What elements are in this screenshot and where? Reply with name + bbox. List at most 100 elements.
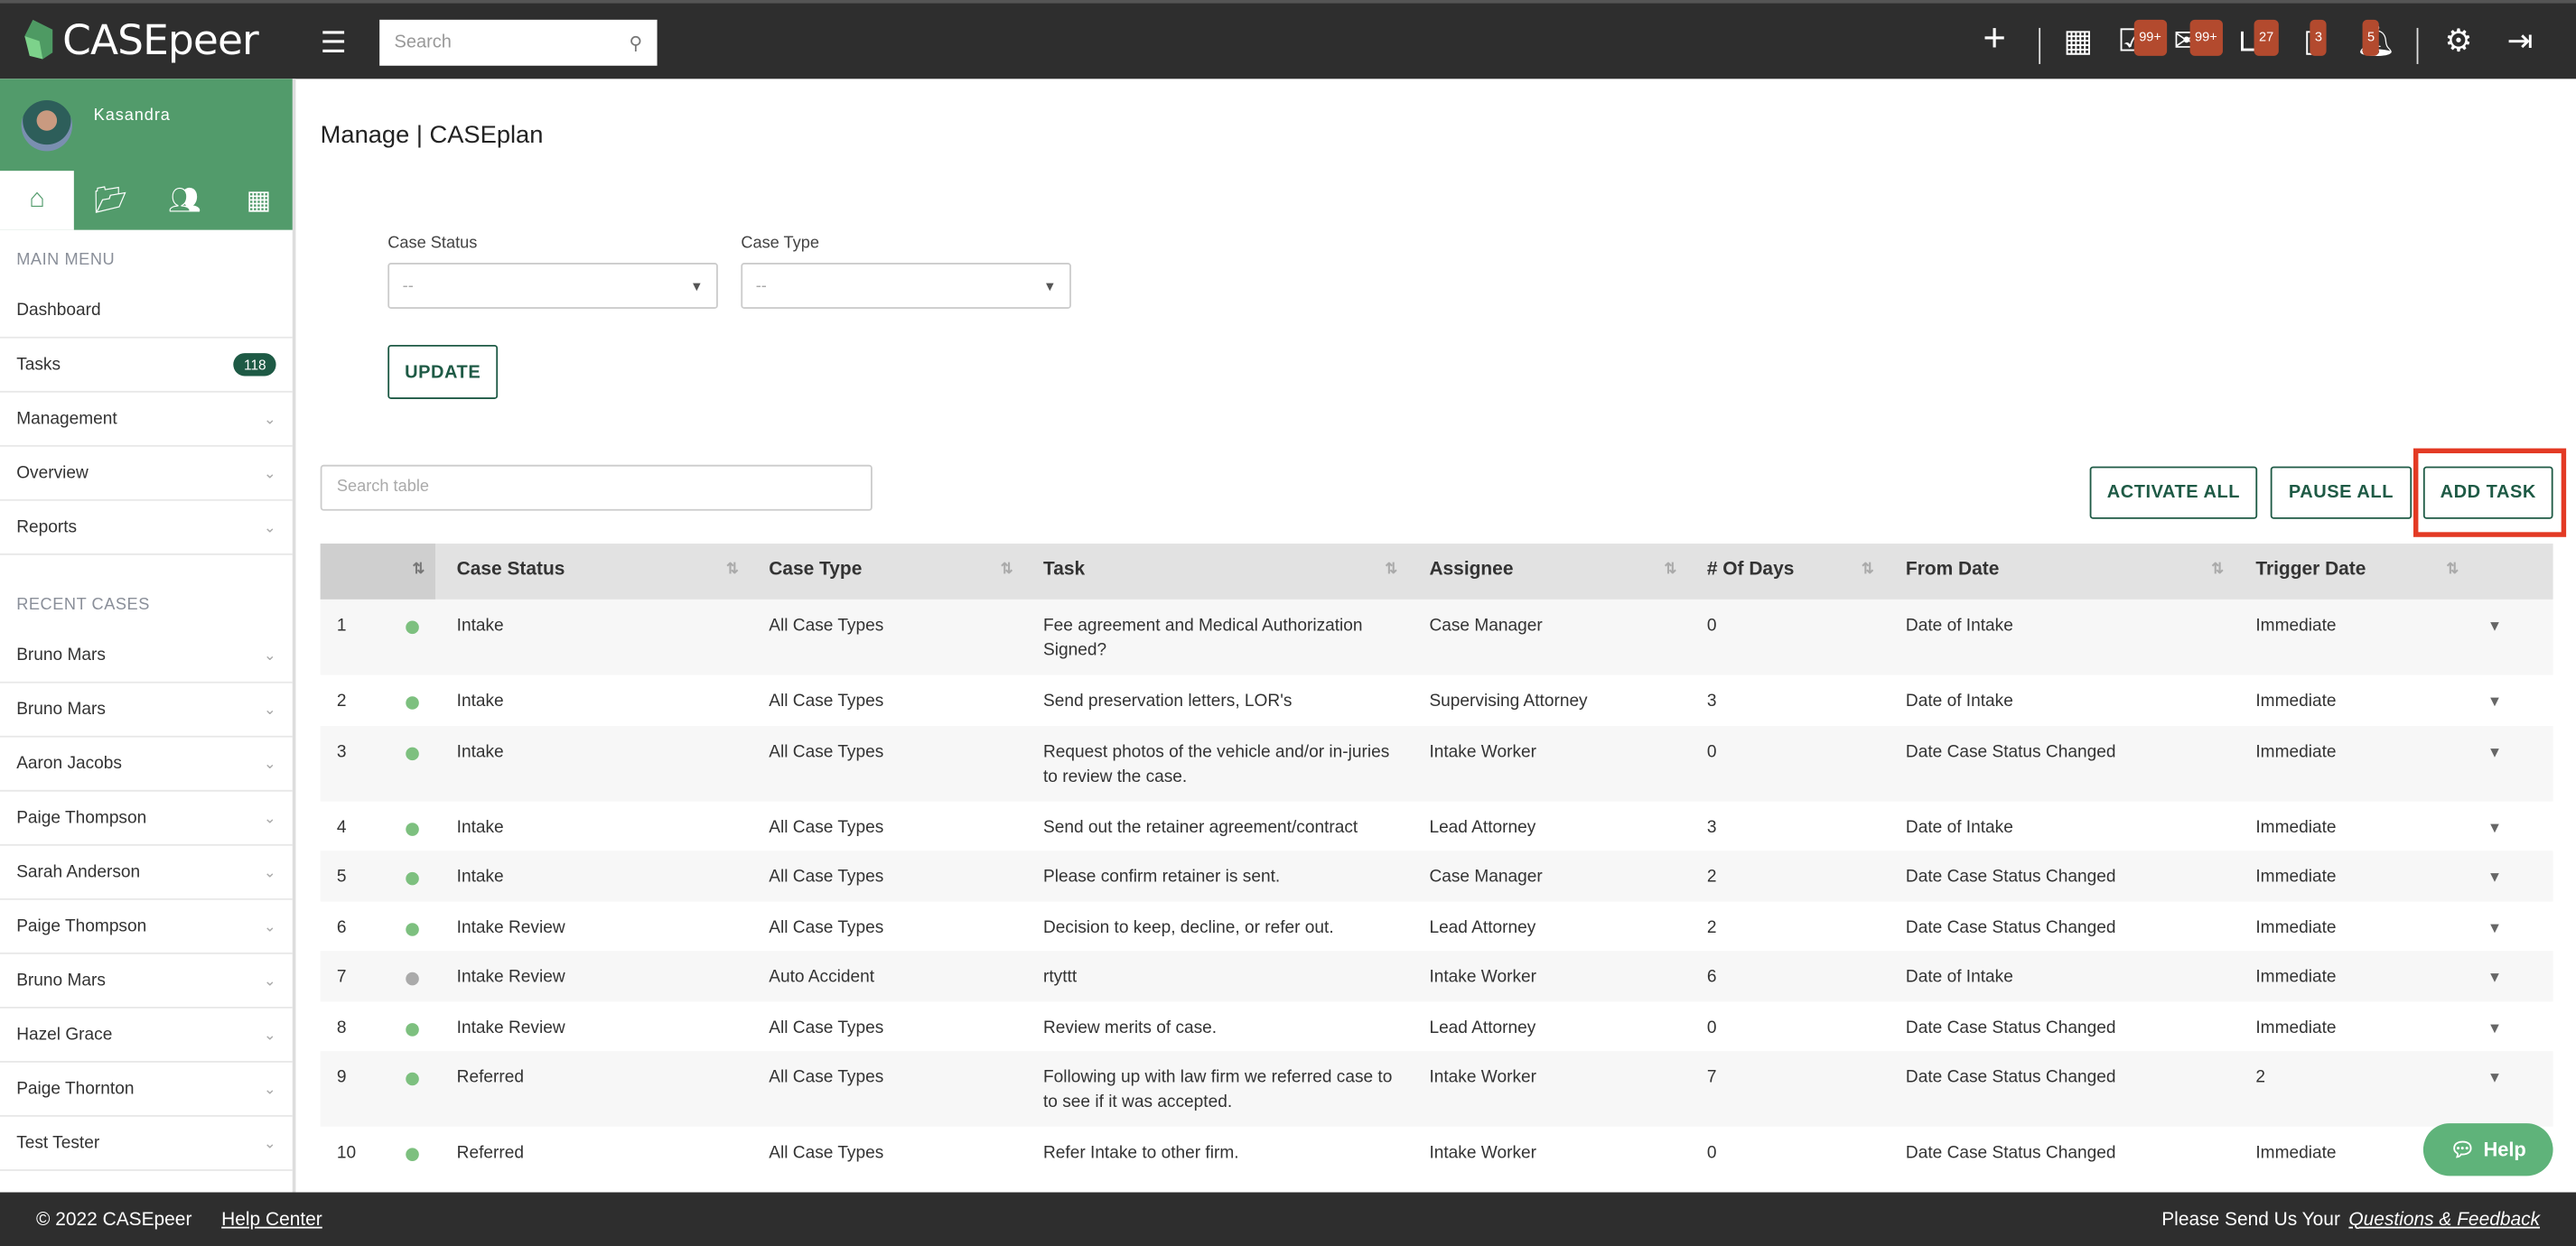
chevron-down-icon[interactable]: ⌄ — [264, 646, 276, 665]
home-tab-icon[interactable]: ⌂ — [0, 171, 74, 230]
update-button[interactable]: UPDATE — [387, 344, 499, 399]
menu-toggle-icon[interactable]: ☰ — [321, 26, 347, 60]
calendar-icon[interactable]: ▦ — [2064, 25, 2094, 59]
table-row[interactable]: 4 Intake All Case Types Send out the ret… — [321, 802, 2553, 851]
chevron-down-icon[interactable]: ⌄ — [264, 917, 276, 935]
sidebar-item-tasks[interactable]: Tasks 118 — [0, 339, 293, 393]
calendar-tab-icon[interactable]: ▦ — [222, 171, 296, 229]
table-row[interactable]: 8 Intake Review All Case Types Review me… — [321, 1002, 2553, 1052]
header-days[interactable]: # Of Days — [1707, 560, 1795, 580]
header-assignee[interactable]: Assignee — [1429, 560, 1513, 580]
active-status-dot[interactable] — [406, 696, 419, 710]
phone-icon[interactable]: ▯3 — [2303, 19, 2328, 59]
header-trigger-date[interactable]: Trigger Date — [2255, 560, 2366, 580]
sort-icon[interactable]: ⇅ — [1385, 560, 1397, 578]
chevron-down-icon[interactable]: ⌄ — [264, 1134, 276, 1152]
chevron-down-icon[interactable]: ⌄ — [264, 701, 276, 719]
table-row[interactable]: 5 Intake All Case Types Please confirm r… — [320, 851, 2553, 902]
table-row[interactable]: 6 Intake Review All Case Types Decision … — [321, 902, 2553, 952]
activate-all-button[interactable]: ACTIVATE ALL — [2089, 466, 2258, 519]
add-icon[interactable]: + — [1983, 19, 2005, 59]
row-menu-caret-icon[interactable]: ▼ — [2487, 1017, 2502, 1041]
sidebar-item-dashboard[interactable]: Dashboard — [0, 284, 293, 339]
row-menu-caret-icon[interactable]: ▼ — [2487, 1065, 2502, 1090]
row-menu-caret-icon[interactable]: ▼ — [2487, 866, 2502, 890]
sort-icon[interactable]: ⇅ — [1665, 560, 1677, 578]
contacts-tab-icon[interactable]: 👥︎ — [148, 171, 222, 229]
active-status-dot[interactable] — [406, 871, 419, 886]
sort-icon[interactable]: ⇅ — [1001, 560, 1013, 578]
tasks-count-badge: 118 — [234, 353, 276, 377]
row-menu-caret-icon[interactable]: ▼ — [2487, 966, 2502, 990]
table-row[interactable]: 2 Intake All Case Types Send preservatio… — [321, 675, 2553, 726]
settings-gear-icon[interactable]: ⚙ — [2445, 25, 2473, 59]
footer: © 2022 CASEpeer Help Center Please Send U… — [0, 1192, 2576, 1246]
table-row[interactable]: 1 Intake All Case Types Fee agreement an… — [320, 599, 2553, 675]
header-from-date[interactable]: From Date — [1906, 560, 1999, 580]
sidebar-item-reports[interactable]: Reports ⌄ — [0, 501, 293, 555]
table-row[interactable]: 9 Referred All Case Types Following up w… — [320, 1051, 2553, 1127]
sidebar-item-overview[interactable]: Overview ⌄ — [0, 447, 293, 501]
table-row[interactable]: 10 Referred All Case Types Refer Intake … — [321, 1127, 2553, 1176]
chevron-down-icon[interactable]: ⌄ — [264, 1080, 276, 1098]
chevron-down-icon: ⌄ — [263, 463, 276, 481]
chevron-down-icon[interactable]: ⌄ — [264, 755, 276, 773]
recent-case-item[interactable]: Paige Thompson ⌄ — [0, 900, 293, 954]
sort-icon[interactable]: ⇅ — [726, 560, 739, 578]
feedback-link[interactable]: Questions & Feedback — [2348, 1210, 2540, 1230]
recent-case-item[interactable]: Test Tester ⌄ — [0, 1117, 293, 1171]
chevron-down-icon[interactable]: ⌄ — [264, 1026, 276, 1044]
active-status-dot[interactable] — [406, 823, 419, 836]
row-menu-caret-icon[interactable]: ▼ — [2487, 740, 2502, 765]
recent-case-item[interactable]: Sarah Anderson ⌄ — [0, 846, 293, 900]
sort-icon[interactable]: ⇅ — [2211, 560, 2224, 578]
table-row[interactable]: 7 Intake Review Auto Accident rtyttt Int… — [320, 951, 2553, 1002]
chevron-down-icon[interactable]: ⌄ — [264, 863, 276, 881]
header-case-type[interactable]: Case Type — [769, 560, 862, 580]
row-menu-caret-icon[interactable]: ▼ — [2487, 614, 2502, 638]
global-search-input[interactable]: Search ⚲ — [379, 19, 658, 66]
recent-case-item[interactable]: Bruno Mars ⌄ — [0, 629, 293, 683]
recent-case-item[interactable]: Bruno Mars ⌄ — [0, 683, 293, 738]
sort-icon[interactable]: ⇅ — [1862, 560, 1874, 578]
logo[interactable]: CASEpeer — [23, 16, 259, 64]
header-case-status[interactable]: Case Status — [457, 560, 565, 580]
chevron-down-icon[interactable]: ⌄ — [264, 972, 276, 990]
active-status-dot[interactable] — [406, 747, 419, 761]
recent-case-item[interactable]: Paige Thornton ⌄ — [0, 1063, 293, 1117]
recent-case-item[interactable]: Paige Thompson ⌄ — [0, 792, 293, 846]
table-search-input[interactable]: Search table — [320, 464, 873, 511]
avatar[interactable] — [21, 99, 73, 152]
mail-icon[interactable]: ✉ 99+ — [2173, 19, 2223, 59]
table-row[interactable]: 3 Intake All Case Types Request photos o… — [320, 725, 2553, 802]
recent-case-item[interactable]: Bruno Mars ⌄ — [0, 954, 293, 1009]
bell-icon[interactable]: 🔔︎5 — [2356, 19, 2395, 59]
row-menu-caret-icon[interactable]: ▼ — [2487, 916, 2502, 941]
active-status-dot[interactable] — [406, 1023, 419, 1037]
recent-case-item[interactable]: Hazel Grace ⌄ — [0, 1009, 293, 1063]
tasks-check-icon[interactable]: ☑ 99+ — [2118, 19, 2167, 59]
chevron-down-icon[interactable]: ⌄ — [264, 809, 276, 827]
folder-tab-icon[interactable]: 📂︎ — [74, 171, 148, 229]
chevron-down-icon: ⌄ — [263, 517, 276, 535]
active-status-dot[interactable] — [406, 1148, 419, 1161]
inbox-icon[interactable]: ⊔ 27 — [2237, 19, 2279, 59]
active-status-dot[interactable] — [406, 972, 419, 986]
sort-icon[interactable]: ⇅ — [413, 560, 425, 578]
active-status-dot[interactable] — [406, 923, 419, 936]
header-task[interactable]: Task — [1043, 560, 1085, 580]
case-type-select[interactable]: -- ▼ — [741, 263, 1071, 309]
case-status-select[interactable]: -- ▼ — [387, 263, 718, 309]
help-button[interactable]: 💬︎ Help — [2422, 1123, 2553, 1176]
recent-case-item[interactable]: Aaron Jacobs ⌄ — [0, 738, 293, 792]
row-menu-caret-icon[interactable]: ▼ — [2487, 816, 2502, 841]
help-center-link[interactable]: Help Center — [221, 1210, 322, 1230]
sidebar-item-management[interactable]: Management ⌄ — [0, 393, 293, 447]
pause-all-button[interactable]: PAUSE ALL — [2270, 466, 2413, 519]
logout-icon[interactable]: ⇥ — [2507, 25, 2534, 59]
search-icon[interactable]: ⚲ — [630, 32, 643, 53]
sort-icon[interactable]: ⇅ — [2446, 560, 2459, 578]
row-menu-caret-icon[interactable]: ▼ — [2487, 690, 2502, 714]
active-status-dot[interactable] — [406, 620, 419, 635]
active-status-dot[interactable] — [406, 1072, 419, 1086]
